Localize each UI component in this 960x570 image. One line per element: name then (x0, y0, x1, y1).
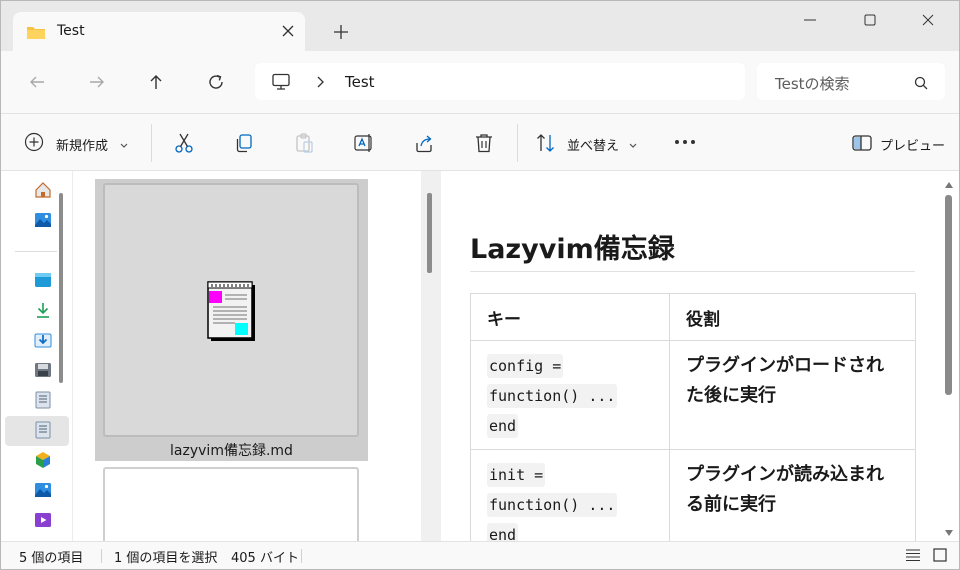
color-icon[interactable] (34, 451, 52, 469)
table-cell-code: config = function() ... end (470, 340, 670, 450)
chevron-right-icon[interactable] (315, 75, 327, 93)
folder-icon (26, 24, 46, 44)
documents-icon[interactable] (34, 331, 52, 349)
more-options-icon[interactable] (673, 134, 697, 154)
preview-title: Lazyvim備忘録 (470, 234, 675, 265)
paste-icon[interactable] (293, 132, 315, 158)
code-line: function() ... (487, 493, 618, 517)
scroll-down-icon[interactable] (944, 525, 954, 541)
table-header-role: 役割 (669, 293, 916, 341)
maximize-icon[interactable] (861, 11, 879, 29)
scrollbar-thumb[interactable] (945, 195, 952, 395)
tab-test[interactable]: Test (13, 12, 305, 51)
table-cell-desc: プラグインが読み込まれる前に実行 (669, 449, 916, 541)
divider (517, 124, 518, 162)
search-icon[interactable] (913, 75, 929, 95)
tab-strip: Test (1, 1, 959, 51)
scroll-up-icon[interactable] (944, 177, 954, 193)
trash-icon[interactable] (473, 132, 495, 158)
computer-icon (271, 72, 291, 96)
cut-icon[interactable] (173, 132, 195, 158)
chevron-down-icon[interactable] (119, 138, 129, 154)
nav-scrollbar[interactable] (59, 193, 63, 383)
file-view-scrollbar[interactable] (421, 171, 441, 541)
status-bar: 5 個の項目 1 個の項目を選択 405 バイト (1, 541, 959, 569)
scrollbar-thumb[interactable] (427, 193, 432, 273)
details-view-icon[interactable] (905, 548, 921, 566)
preview-scrollbar[interactable] (939, 171, 959, 541)
gallery-icon[interactable] (34, 211, 52, 229)
downloads-icon[interactable] (34, 301, 52, 319)
code-line: end (487, 414, 519, 438)
copy-icon[interactable] (233, 132, 255, 158)
address-row: Test Testの検索 (1, 51, 959, 113)
file-document-icon[interactable] (34, 391, 52, 409)
preview-pane: Lazyvim備忘録 キー 役割 config = function() ...… (441, 171, 959, 541)
new-button[interactable]: 新規作成 (56, 135, 108, 154)
table-row: config = function() ... end プラグインがロードされた… (470, 340, 916, 450)
sort-icon[interactable] (535, 132, 557, 158)
table-header-row: キー 役割 (470, 293, 916, 341)
table-cell-desc: プラグインがロードされた後に実行 (669, 340, 916, 450)
nav-divider (15, 251, 57, 252)
large-icons-view-icon[interactable] (933, 548, 947, 566)
code-line: init = (487, 463, 546, 487)
search-placeholder: Testの検索 (775, 75, 850, 93)
preview-pane-icon[interactable] (851, 132, 873, 158)
table-header-key: キー (470, 293, 670, 341)
status-selected: 1 個の項目を選択 (114, 551, 218, 566)
home-icon[interactable] (34, 181, 52, 199)
status-divider (301, 549, 302, 563)
new-tab-icon[interactable] (331, 22, 351, 46)
back-arrow-icon[interactable] (27, 72, 47, 92)
desktop-icon[interactable] (34, 271, 52, 289)
title-rule (470, 271, 915, 272)
status-size: 405 バイト (231, 551, 299, 566)
table-cell-code: init = function() ... end (470, 449, 670, 541)
refresh-icon[interactable] (206, 72, 226, 92)
code-line: function() ... (487, 384, 618, 408)
pictures-icon[interactable] (34, 481, 52, 499)
close-window-icon[interactable] (919, 11, 937, 29)
code-line: end (487, 523, 519, 541)
tab-title: Test (57, 23, 85, 39)
preview-button[interactable]: プレビュー (880, 135, 945, 154)
search-box[interactable]: Testの検索 (757, 63, 945, 100)
address-bar[interactable]: Test (255, 63, 745, 100)
divider (151, 124, 152, 162)
new-plus-icon[interactable] (24, 132, 44, 156)
minimize-icon[interactable] (801, 11, 819, 29)
file-explorer-window: Test Test Testの検索 新規作成 並べ替え プレビュー lazyvi… (0, 0, 960, 570)
share-icon[interactable] (413, 132, 435, 158)
notepad-file-icon (205, 279, 257, 347)
rename-icon[interactable] (353, 132, 375, 158)
status-item-count: 5 個の項目 (19, 551, 84, 566)
status-divider (101, 549, 102, 563)
file-name[interactable]: lazyvim備忘録.md (95, 440, 368, 460)
preview-table: キー 役割 config = function() ... end プラグインが… (470, 293, 916, 541)
table-row: init = function() ... end プラグインが読み込まれる前に… (470, 449, 916, 541)
file-view: lazyvim備忘録.md (73, 171, 441, 557)
up-arrow-icon[interactable] (146, 72, 166, 92)
file-thumbnail[interactable] (103, 183, 359, 437)
navigation-pane (1, 171, 73, 541)
videos-icon[interactable] (34, 511, 52, 529)
file-document-icon[interactable] (34, 421, 52, 439)
sort-button[interactable]: 並べ替え (567, 135, 619, 154)
command-bar: 新規作成 並べ替え プレビュー (1, 113, 959, 171)
chevron-down-icon[interactable] (628, 138, 638, 154)
forward-arrow-icon[interactable] (87, 72, 107, 92)
close-tab-icon[interactable] (279, 22, 297, 40)
breadcrumb-test[interactable]: Test (345, 73, 375, 91)
code-line: config = (487, 354, 564, 378)
drive-icon[interactable] (34, 361, 52, 379)
